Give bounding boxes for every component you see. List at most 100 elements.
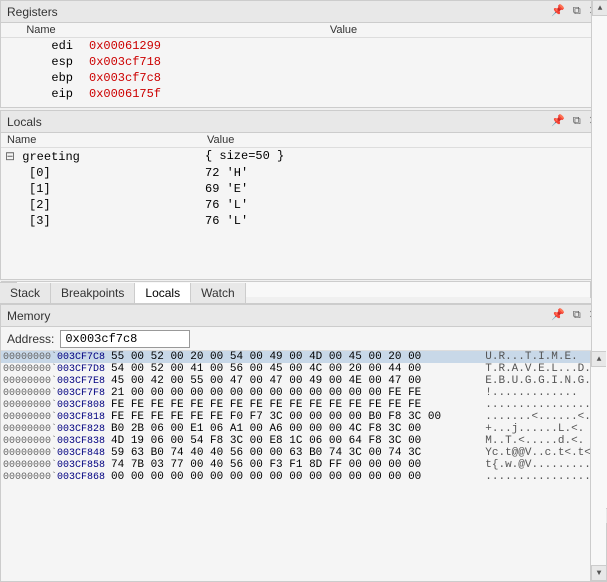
locals-panel: Locals 📌 ⧉ ✕ Name Value ⊟ greeting{ size…	[0, 110, 607, 280]
local-value: 76 'L'	[201, 197, 606, 213]
reg-name: ebp	[1, 70, 81, 86]
mem-hex: 45 00 42 00 55 00 47 00 47 00 49 00 4E 0…	[107, 375, 483, 387]
memory-table: 00000000`003CF7C855 00 52 00 20 00 54 00…	[1, 351, 606, 483]
tab-locals[interactable]: Locals	[135, 283, 191, 303]
registers-title: Registers	[7, 5, 58, 19]
local-name: [0]	[1, 165, 201, 181]
registers-col-value: Value	[81, 23, 606, 38]
tab-watch[interactable]: Watch	[191, 283, 246, 303]
mem-hex: B0 2B 06 00 E1 06 A1 00 A6 00 00 00 4C F…	[107, 423, 483, 435]
tab-stack[interactable]: Stack	[0, 283, 51, 303]
mem-hex: 54 00 52 00 41 00 56 00 45 00 4C 00 20 0…	[107, 363, 483, 375]
locals-col-name: Name	[1, 133, 201, 148]
locals-pin-btn[interactable]: 📌	[549, 116, 567, 127]
registers-panel: Registers 📌 ⧉ ✕ Name Value edi0x00061299…	[0, 0, 607, 108]
memory-scroll-down[interactable]: ▼	[591, 565, 606, 581]
mem-ascii: .......<......<.	[483, 411, 606, 423]
memory-row: 00000000`003CF86800 00 00 00 00 00 00 00…	[1, 471, 606, 483]
memory-scroll-up[interactable]: ▲	[591, 351, 606, 367]
reg-name: eip	[1, 86, 81, 102]
locals-header: Locals 📌 ⧉ ✕	[1, 111, 606, 133]
table-row: edi0x00061299	[1, 38, 606, 55]
mem-hex: FE FE FE FE FE FE F0 F7 3C 00 00 00 00 B…	[107, 411, 483, 423]
mem-ascii: Yc.t@@V..c.t<.t<	[483, 447, 606, 459]
local-value: 76 'L'	[201, 213, 606, 229]
mem-addr: 00000000`003CF818	[1, 411, 107, 423]
local-name: [3]	[1, 213, 201, 229]
memory-row: 00000000`003CF828B0 2B 06 00 E1 06 A1 00…	[1, 423, 606, 435]
mem-hex: FE FE FE FE FE FE FE FE FE FE FE FE FE F…	[107, 399, 483, 411]
mem-ascii: U.R...T.I.M.E.	[483, 351, 606, 363]
mem-addr: 00000000`003CF828	[1, 423, 107, 435]
local-name: [2]	[1, 197, 201, 213]
memory-row: 00000000`003CF7F821 00 00 00 00 00 00 00…	[1, 387, 606, 399]
locals-table-area: Name Value ⊟ greeting{ size=50 }[0]72 'H…	[1, 133, 606, 281]
table-row: ⊟ greeting{ size=50 }	[1, 148, 606, 166]
table-row: [0]72 'H'	[1, 165, 606, 181]
memory-panel: Memory 📌 ⧉ ✕ Address: 00000000`003CF7C85…	[0, 304, 607, 582]
local-name: [1]	[1, 181, 201, 197]
memory-pin-btn[interactable]: 📌	[549, 310, 567, 321]
reg-name: esp	[1, 54, 81, 70]
mem-addr: 00000000`003CF7E8	[1, 375, 107, 387]
locals-content: Name Value ⊟ greeting{ size=50 }[0]72 'H…	[1, 133, 606, 281]
memory-row: 00000000`003CF8384D 19 06 00 54 F8 3C 00…	[1, 435, 606, 447]
memory-scroll-track	[591, 367, 606, 565]
local-value: 72 'H'	[201, 165, 606, 181]
mem-addr: 00000000`003CF848	[1, 447, 107, 459]
mem-ascii: T.R.A.V.E.L...D.	[483, 363, 606, 375]
address-bar: Address:	[1, 327, 606, 351]
mem-ascii: !.............	[483, 387, 606, 399]
mem-addr: 00000000`003CF7C8	[1, 351, 107, 363]
mem-hex: 00 00 00 00 00 00 00 00 00 00 00 00 00 0…	[107, 471, 483, 483]
memory-row: 00000000`003CF808FE FE FE FE FE FE FE FE…	[1, 399, 606, 411]
memory-header: Memory 📌 ⧉ ✕	[1, 305, 606, 327]
memory-row: 00000000`003CF7E845 00 42 00 55 00 47 00…	[1, 375, 606, 387]
mem-addr: 00000000`003CF858	[1, 459, 107, 471]
table-row: esp0x003cf718	[1, 54, 606, 70]
registers-float-btn[interactable]: ⧉	[571, 6, 583, 17]
memory-table-area: 00000000`003CF7C855 00 52 00 20 00 54 00…	[1, 351, 606, 581]
mem-addr: 00000000`003CF7F8	[1, 387, 107, 399]
table-row: [3]76 'L'	[1, 213, 606, 229]
memory-row: 00000000`003CF7D854 00 52 00 41 00 56 00…	[1, 363, 606, 375]
table-row: [1]69 'E'	[1, 181, 606, 197]
reg-value: 0x003cf718	[81, 54, 606, 70]
memory-content: 00000000`003CF7C855 00 52 00 20 00 54 00…	[1, 351, 606, 581]
reg-value: 0x0006175f	[81, 86, 606, 102]
mem-ascii: ................	[483, 399, 606, 411]
locals-scrollbar[interactable]: ▲ ▼	[591, 133, 606, 281]
tab-breakpoints[interactable]: Breakpoints	[51, 283, 135, 303]
registers-pin-btn[interactable]: 📌	[549, 6, 567, 17]
memory-row: 00000000`003CF84859 63 B0 74 40 40 56 00…	[1, 447, 606, 459]
locals-float-btn[interactable]: ⧉	[571, 116, 583, 127]
mem-hex: 74 7B 03 77 00 40 56 00 F3 F1 8D FF 00 0…	[107, 459, 483, 471]
mem-addr: 00000000`003CF838	[1, 435, 107, 447]
address-input[interactable]	[60, 330, 190, 348]
memory-row: 00000000`003CF818FE FE FE FE FE FE F0 F7…	[1, 411, 606, 423]
mem-addr: 00000000`003CF868	[1, 471, 107, 483]
memory-row: 00000000`003CF85874 7B 03 77 00 40 56 00…	[1, 459, 606, 471]
reg-name: edi	[1, 38, 81, 55]
mem-ascii: M..T.<.....d.<.	[483, 435, 606, 447]
local-value: 69 'E'	[201, 181, 606, 197]
mem-addr: 00000000`003CF7D8	[1, 363, 107, 375]
locals-table: Name Value ⊟ greeting{ size=50 }[0]72 'H…	[1, 133, 606, 229]
local-value: { size=50 }	[201, 148, 606, 166]
mem-addr: 00000000`003CF808	[1, 399, 107, 411]
table-row: [2]76 'L'	[1, 197, 606, 213]
reg-value: 0x003cf7c8	[81, 70, 606, 86]
memory-scrollbar[interactable]: ▲ ▼	[590, 351, 606, 581]
mem-ascii: t{.w.@V.........	[483, 459, 606, 471]
address-label: Address:	[7, 332, 54, 346]
registers-col-name: Name	[1, 23, 81, 38]
table-row: ebp0x003cf7c8	[1, 70, 606, 86]
mem-hex: 21 00 00 00 00 00 00 00 00 00 00 00 00 0…	[107, 387, 483, 399]
table-row: eip0x0006175f	[1, 86, 606, 102]
mem-hex: 59 63 B0 74 40 40 56 00 00 63 B0 74 3C 0…	[107, 447, 483, 459]
memory-float-btn[interactable]: ⧉	[571, 310, 583, 321]
mem-hex: 55 00 52 00 20 00 54 00 49 00 4D 00 45 0…	[107, 351, 483, 363]
locals-col-value: Value	[201, 133, 606, 148]
reg-value: 0x00061299	[81, 38, 606, 55]
mem-ascii: E.B.U.G.G.I.N.G.	[483, 375, 606, 387]
